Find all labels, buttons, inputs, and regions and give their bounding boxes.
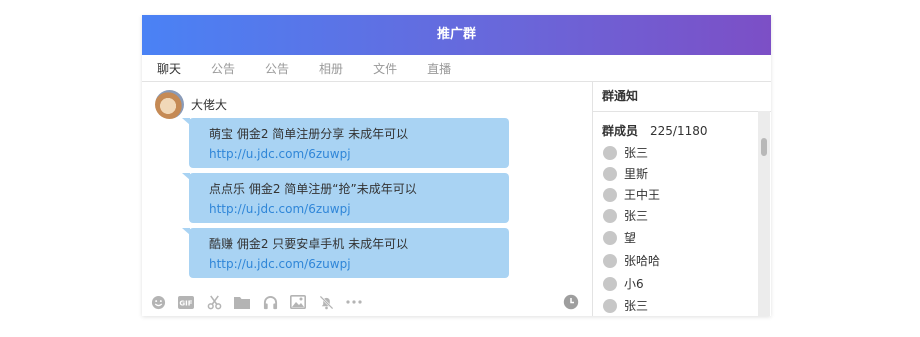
member-avatar [603,187,617,202]
member-item[interactable]: 望 [603,229,636,246]
member-item[interactable]: 张三 [603,207,648,224]
image-icon[interactable] [290,294,306,310]
more-icon[interactable] [346,294,362,310]
member-item[interactable]: 张三 [603,297,648,314]
window-title: 推广群 [142,15,771,55]
message-text: 萌宝 佣金2 简单注册分享 未成年可以 [209,127,409,141]
tab-bar: 聊天 公告 公告 相册 文件 直播 [142,55,771,82]
member-name: 里斯 [624,167,649,181]
message-text: 点点乐 佣金2 简单注册“抢”未成年可以 [209,182,417,196]
tab-announcement[interactable]: 公告 [211,60,235,77]
message-link[interactable]: http://u.jdc.com/6zuwpj [209,145,509,163]
member-avatar [603,208,617,223]
member-avatar [603,276,617,291]
emoji-icon[interactable] [150,294,166,310]
scrollbar-thumb[interactable] [761,138,767,156]
member-item[interactable]: 王中王 [603,186,660,203]
tab-album[interactable]: 相册 [319,60,343,77]
member-name: 张三 [624,209,649,223]
message-bubble: 萌宝 佣金2 简单注册分享 未成年可以 http://u.jdc.com/6zu… [182,118,509,168]
input-toolbar: GIF [150,294,374,310]
headphones-icon[interactable] [262,294,278,310]
member-item[interactable]: 张三 [603,144,648,161]
chat-panel: 大佬大 萌宝 佣金2 简单注册分享 未成年可以 http://u.jdc.com… [142,82,593,316]
members-header: 群成员 225/1180 [602,122,708,139]
folder-icon[interactable] [234,294,250,310]
sender-name: 大佬大 [191,98,228,112]
member-name: 张三 [624,299,649,313]
svg-text:GIF: GIF [179,299,192,307]
members-label: 群成员 [602,124,639,138]
member-avatar [603,166,617,181]
tab-files[interactable]: 文件 [373,60,397,77]
chat-window: 推广群 聊天 公告 公告 相册 文件 直播 大佬大 萌宝 佣金2 简单注册分享 … [142,15,771,316]
member-name: 王中王 [624,188,661,202]
member-avatar [603,145,617,160]
member-item[interactable]: 小6 [603,275,644,292]
member-name: 张三 [624,146,649,160]
member-item[interactable]: 里斯 [603,165,648,182]
message-link[interactable]: http://u.jdc.com/6zuwpj [209,255,509,273]
avatar[interactable] [155,90,184,119]
message-sender: 大佬大 [155,90,227,119]
members-count: 225/1180 [650,124,708,138]
tab-announcement-2[interactable]: 公告 [265,60,289,77]
member-avatar [603,298,617,313]
gif-icon[interactable]: GIF [178,294,194,310]
clock-icon[interactable] [563,294,579,310]
message-text: 酷赚 佣金2 只要安卓手机 未成年可以 [209,237,409,251]
group-sidebar: 群通知 群成员 225/1180 张三 里斯 王中王 张三 望 张哈哈 小6 张三 [593,82,771,316]
scissors-icon[interactable] [206,294,222,310]
member-avatar [603,253,617,268]
member-name: 小6 [624,277,644,291]
member-avatar [603,230,617,245]
member-name: 张哈哈 [624,254,661,268]
message-bubble: 酷赚 佣金2 只要安卓手机 未成年可以 http://u.jdc.com/6zu… [182,228,509,278]
group-notice-title[interactable]: 群通知 [593,82,771,112]
tab-live[interactable]: 直播 [427,60,451,77]
bell-off-icon[interactable] [318,294,334,310]
tab-chat[interactable]: 聊天 [157,60,181,77]
message-link[interactable]: http://u.jdc.com/6zuwpj [209,200,509,218]
member-name: 望 [624,231,637,245]
message-bubble: 点点乐 佣金2 简单注册“抢”未成年可以 http://u.jdc.com/6z… [182,173,509,223]
member-item[interactable]: 张哈哈 [603,252,660,269]
member-list-scrollbar[interactable] [758,111,770,316]
